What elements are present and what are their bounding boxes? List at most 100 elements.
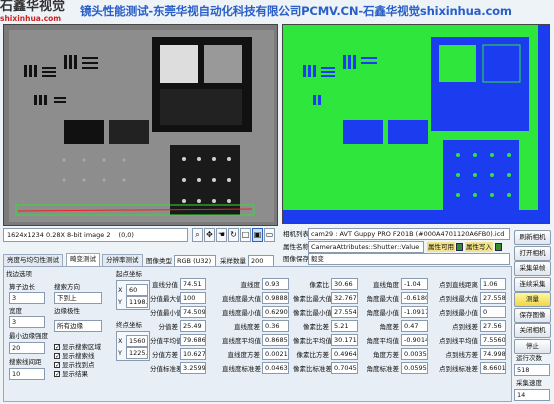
col5-value: 27.5585 [480, 292, 506, 304]
attr-write-label: 属性写入 [465, 242, 493, 252]
col4-label: 直线角度 [373, 281, 399, 289]
polarity-label: 边缘极性 [54, 307, 80, 315]
col4-value: -0.9014 [401, 334, 428, 346]
col3-label: 像素比标准差 [293, 365, 332, 373]
col1-value: 74.51 [180, 278, 206, 290]
start-y-field[interactable]: 1198. [126, 296, 148, 308]
start-x-field[interactable]: 60 [126, 284, 148, 296]
col2-label: 直线度方差 [227, 351, 261, 359]
width-field[interactable]: 3 [9, 316, 45, 328]
attr-name-label: 属性名称 [283, 243, 309, 251]
col1-value: 74.5098 [180, 306, 206, 318]
show-search-area-checkbox[interactable]: ✓ 显示搜索区域 [54, 343, 114, 352]
col1-label: 分值方差 [152, 351, 178, 359]
col1-label: 分值平均值 [150, 337, 183, 345]
col5-value: 74.9987 [480, 348, 506, 360]
col4-value: 0.05956 [401, 362, 428, 374]
edge-options-label: 找边选项 [6, 270, 32, 278]
col4-value: -1.04 [401, 278, 428, 290]
end-x-field[interactable]: 1560 [126, 335, 148, 347]
col3-value: 5.21 [331, 320, 358, 332]
col1-value: 79.6861 [180, 334, 206, 346]
hand-icon[interactable]: ☚ [216, 228, 227, 242]
image-save-field[interactable]: 毅变 [308, 253, 510, 265]
gap-field[interactable]: 10 [9, 368, 45, 380]
checkbox-icon[interactable]: ✓ [54, 362, 60, 369]
stop-button[interactable]: 停止 [514, 338, 551, 354]
logo-subtext: shixinhua.com [0, 14, 62, 23]
direction-label: 搜索方向 [54, 283, 80, 291]
checkbox-icon[interactable]: ✓ [54, 353, 60, 360]
col1-value: 25.49 [180, 320, 206, 332]
kernel-field[interactable]: 3 [9, 292, 45, 304]
sample-count-label: 采样数量 [220, 257, 246, 265]
attr-usable-label: 属性可用 [427, 242, 455, 252]
image-info: 1624x1234 0.28X 8-bit image 2 [7, 231, 111, 239]
measure-button[interactable]: 测量 [514, 292, 551, 307]
polarity-select[interactable]: 所有边缘 [54, 320, 102, 332]
image-save-label: 图像保存 [283, 255, 309, 263]
col3-label: 像素比平均值 [293, 337, 332, 345]
rotate-icon[interactable]: ↻ [228, 228, 239, 242]
show-result-checkbox[interactable]: ✓ 显示结果 [54, 370, 114, 379]
col3-value: 27.5542 [331, 306, 358, 318]
close-camera-button[interactable]: 关闭相机 [514, 323, 551, 338]
col3-value: 30.66 [331, 278, 358, 290]
col2-label: 直线度差 [234, 323, 260, 331]
pan-icon[interactable]: ✥ [204, 228, 215, 242]
end-y-field[interactable]: 1225. [126, 347, 148, 359]
open-camera-button[interactable]: 打开相机 [514, 245, 551, 261]
col5-value: 0 [480, 306, 506, 318]
kernel-label: 算子边长 [9, 283, 35, 291]
logo-text: 石鑫华视觉 [0, 0, 66, 14]
speed-label: 采集速度 [516, 379, 542, 387]
col2-label: 直线度 [240, 281, 261, 289]
left-image-view[interactable] [3, 24, 278, 226]
show-found-points-checkbox[interactable]: ✓ 显示找到点 [54, 361, 114, 370]
col2-value: 0.988889 [262, 292, 289, 304]
roi-icon[interactable]: ▣ [252, 228, 263, 242]
checkbox-label: 显示找到点 [62, 361, 95, 369]
min-strength-field[interactable]: 20 [9, 342, 45, 354]
attr-name-field[interactable]: CameraAttributes::Shutter::Value [308, 241, 424, 253]
resolution-target-image [4, 25, 277, 225]
gap-label: 搜索线间距 [9, 358, 42, 366]
col3-label: 像素比最小值 [293, 309, 332, 317]
camera-list-select[interactable]: cam29 : AVT Guppy PRO F201B (#000A470112… [308, 228, 510, 240]
direction-select[interactable]: 下到上 [54, 292, 102, 304]
col5-value: 27.56 [480, 320, 506, 332]
col1-label: 分值最大值 [150, 295, 183, 303]
col1-value: 10.6275 [180, 348, 206, 360]
start-point-label: 起点坐标 [116, 270, 142, 278]
col4-label: 角度最小值 [366, 309, 400, 317]
refresh-camera-button[interactable]: 刷新相机 [514, 230, 551, 245]
col2-label: 直线度平均值 [222, 337, 261, 345]
tab-distortion[interactable]: 畸变测试 [66, 253, 100, 266]
continuous-grab-button[interactable]: 连续采集 [514, 276, 551, 292]
line-icon[interactable]: ▭ [264, 228, 275, 242]
end-point-label: 终点坐标 [116, 321, 142, 329]
col5-value: 8.66018 [480, 362, 506, 374]
col3-label: 像素比最大值 [293, 295, 332, 303]
save-image-button[interactable]: 保存图像 [514, 307, 551, 323]
image-status-bar: 1624x1234 0.28X 8-bit image 2 (0,0) [3, 228, 188, 242]
zoom-icon[interactable]: ⌕ [192, 228, 203, 242]
col1-label: 分值差 [158, 323, 179, 331]
tab-brightness[interactable]: 亮度与均匀性测试 [3, 254, 63, 266]
checkbox-label: 显示结果 [62, 370, 88, 378]
tab-resolution[interactable]: 分辨率测试 [102, 254, 143, 266]
checkbox-icon[interactable]: ✓ [54, 371, 60, 378]
rect-icon[interactable]: □ [240, 228, 251, 242]
speed-field: 14 [514, 389, 550, 401]
show-search-lines-checkbox[interactable]: ✓ 显示搜索线 [54, 352, 114, 361]
right-image-view[interactable] [282, 24, 550, 224]
checkbox-icon[interactable]: ✓ [54, 344, 60, 351]
camera-list-label: 相机列表 [283, 230, 309, 238]
grab-single-button[interactable]: 采集单帧 [514, 261, 551, 276]
col2-label: 直线度最小值 [222, 309, 261, 317]
col5-label: 点到线最大值 [439, 295, 478, 303]
processed-image [283, 25, 549, 223]
display-options: ✓ 显示搜索区域 ✓ 显示搜索线 ✓ 显示找到点 ✓ 显示结果 [54, 343, 114, 379]
run-count-field: 518 [514, 364, 550, 376]
col5-label: 点到线标准差 [439, 365, 478, 373]
